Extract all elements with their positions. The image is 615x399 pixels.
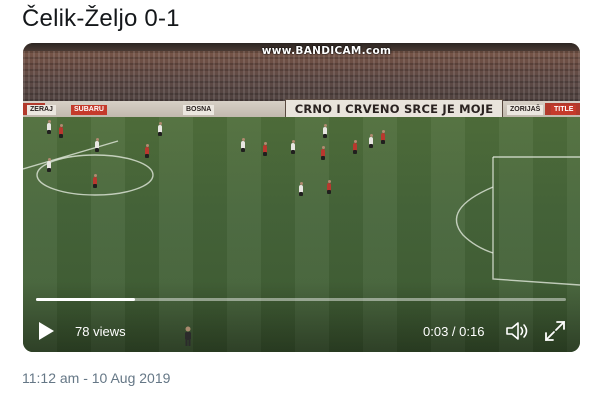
player-figure (291, 140, 295, 154)
video-progress-bar[interactable] (36, 298, 566, 301)
video-time: 0:03 / 0:16 (423, 324, 485, 339)
volume-button[interactable] (505, 320, 531, 342)
fullscreen-icon (545, 321, 565, 341)
tweet-text: Čelik-Željo 0-1 (22, 5, 180, 32)
player-figure (241, 138, 245, 152)
bandicam-watermark: www.BANDICAM.com (261, 45, 392, 57)
ad-board: SUBARU (71, 105, 107, 115)
video-player[interactable]: www.BANDICAM.com ZERAJ SUBARU BOSNA ZORI… (23, 43, 580, 352)
view-count: 78 views (75, 324, 126, 339)
player-figure (299, 182, 303, 196)
referee-figure (183, 326, 193, 346)
player-figure (381, 130, 385, 144)
player-figure (158, 122, 162, 136)
player-figure (369, 134, 373, 148)
volume-icon (506, 322, 528, 340)
play-button[interactable] (35, 320, 57, 342)
player-figure (93, 174, 97, 188)
player-figure (95, 138, 99, 152)
player-figure (353, 140, 357, 154)
player-figure (327, 180, 331, 194)
player-figure (47, 158, 51, 172)
ad-board: BOSNA (183, 105, 215, 115)
tweet-timestamp[interactable]: 11:12 am - 10 Aug 2019 (22, 369, 170, 387)
player-figure (47, 120, 51, 134)
player-figure (145, 144, 149, 158)
player-figure (263, 142, 267, 156)
ad-board: TITLE (551, 105, 577, 115)
video-progress-fill (36, 298, 136, 301)
fan-banner: CRNO I CRVENO SRCE JE MOJE (285, 99, 503, 119)
ad-board: ZERAJ (27, 105, 56, 115)
fullscreen-button[interactable] (543, 319, 567, 343)
player-figure (323, 124, 327, 138)
player-figure (321, 146, 325, 160)
ad-board: ZORIJAŠ (507, 105, 544, 115)
play-icon (39, 322, 54, 340)
player-figure (59, 124, 63, 138)
